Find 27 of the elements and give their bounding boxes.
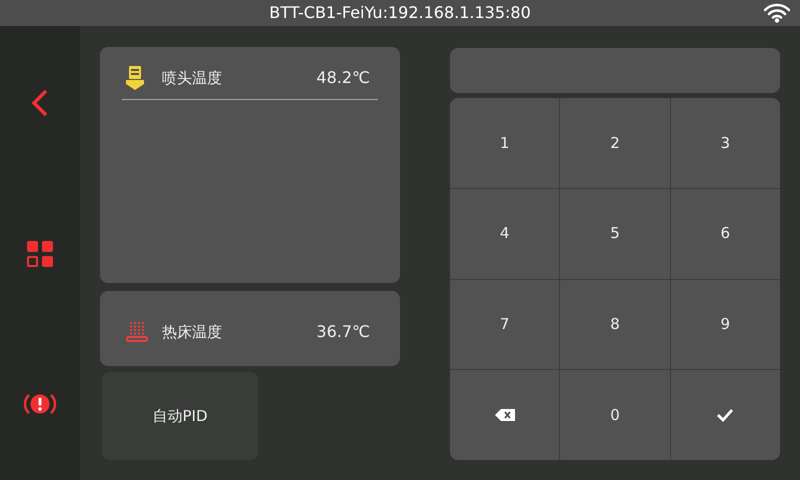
digit-key[interactable]: 5 <box>560 188 670 278</box>
temperature-value: 36.7℃ <box>316 321 371 343</box>
wifi-icon <box>764 3 790 23</box>
sensor-label: 喷头温度 <box>162 68 222 89</box>
status-title: BTT-CB1-FeiYu:192.168.1.135:80 <box>269 2 531 24</box>
temperature-card[interactable]: 热床温度 36.7℃ <box>100 291 400 366</box>
digit-key[interactable]: 1 <box>450 98 560 188</box>
temperature-card[interactable]: 喷头温度 48.2℃ <box>100 47 400 283</box>
backspace-icon <box>494 409 515 422</box>
grid-icon[interactable] <box>27 241 53 267</box>
sensor-label: 热床温度 <box>162 322 222 343</box>
input-field[interactable] <box>450 48 780 93</box>
digit-key[interactable]: 3 <box>670 98 780 188</box>
digit-key[interactable]: 6 <box>670 188 780 278</box>
heated-bed-icon <box>126 321 148 343</box>
check-icon <box>716 408 734 422</box>
digit-key[interactable]: 0 <box>560 370 670 460</box>
digit-key[interactable]: 9 <box>670 280 780 370</box>
back-icon[interactable] <box>31 89 49 117</box>
digit-key[interactable]: 4 <box>450 188 560 278</box>
digit-key[interactable]: 2 <box>560 98 670 188</box>
digit-key[interactable]: 7 <box>450 280 560 370</box>
auto-pid-button[interactable]: 自动PID <box>102 372 258 460</box>
temperature-value: 48.2℃ <box>316 67 371 89</box>
warning-icon[interactable] <box>24 393 56 415</box>
digit-key[interactable]: 8 <box>560 280 670 370</box>
nozzle-icon <box>126 66 144 90</box>
